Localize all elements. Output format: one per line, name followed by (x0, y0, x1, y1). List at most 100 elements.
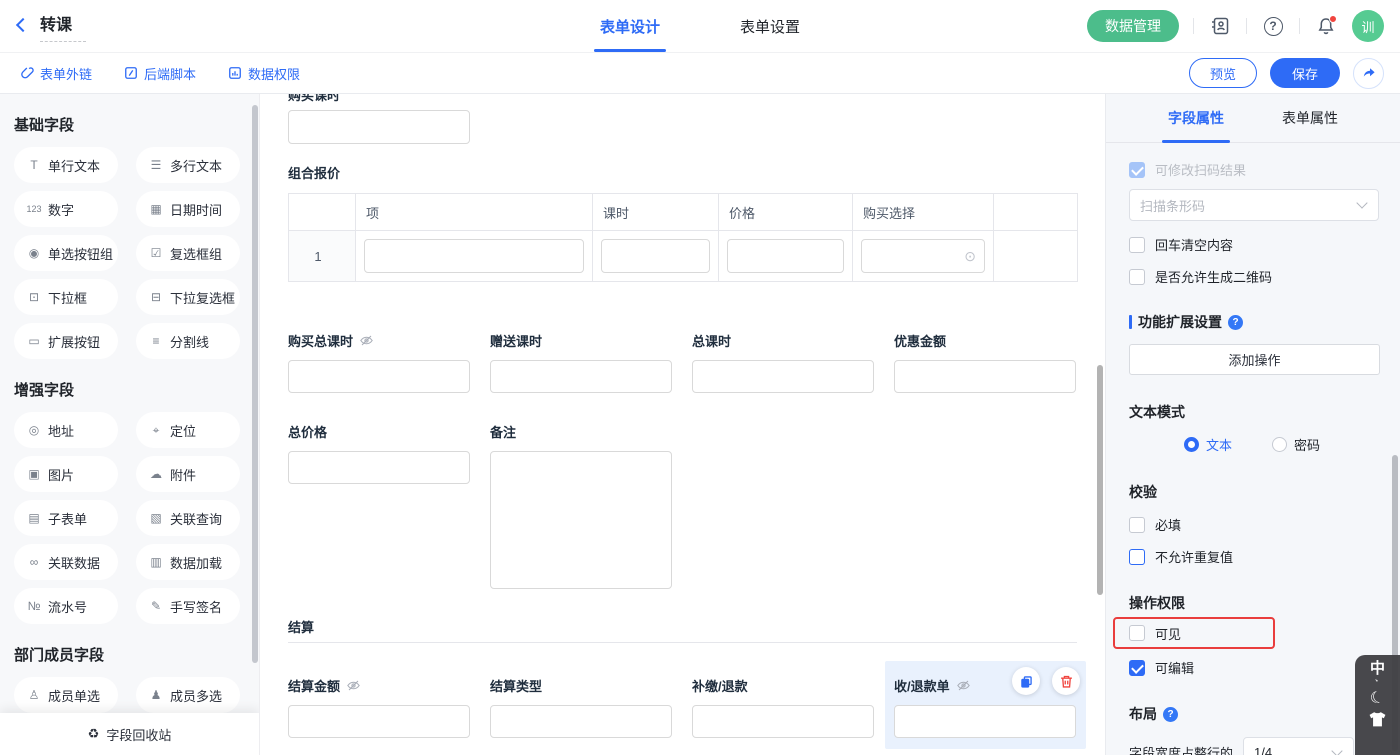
people-icon: ♟ (147, 688, 165, 702)
note-textarea[interactable] (490, 451, 672, 589)
field-input[interactable] (692, 705, 874, 738)
subform-hours-input[interactable] (601, 239, 710, 273)
sidebar-item-member-single[interactable]: ♙成员单选 (14, 677, 118, 713)
field-input[interactable] (894, 360, 1076, 393)
trash-icon (1059, 674, 1074, 689)
field-note[interactable]: 备注 (490, 422, 672, 589)
eye-off-icon (956, 679, 971, 692)
select-icon: ⊡ (25, 290, 43, 304)
sidebar-item-number[interactable]: 123数字 (14, 191, 118, 227)
sidebar-item-single-text[interactable]: T单行文本 (14, 147, 118, 183)
field-discount-amount[interactable]: 优惠金额 (894, 331, 1076, 393)
chevron-down-icon (1331, 745, 1342, 755)
field-settlement-amount[interactable]: 结算金额 (288, 676, 470, 738)
scan-type-select[interactable]: 扫描条形码 (1129, 189, 1379, 221)
sidebar-item-datetime[interactable]: ▦日期时间 (136, 191, 240, 227)
sidebar-item-subform[interactable]: ▤子表单 (14, 500, 118, 536)
subform-price-input[interactable] (727, 239, 844, 273)
field-total-hours[interactable]: 总课时 (692, 331, 874, 393)
contacts-icon[interactable] (1208, 14, 1232, 38)
cloud-upload-icon: ☁ (147, 467, 165, 481)
translate-toggle[interactable]: 中 , (1370, 661, 1385, 685)
avatar[interactable]: 训 (1352, 10, 1384, 42)
field-total-purchased-hours[interactable]: 购买总课时 (288, 331, 470, 393)
divider (1193, 18, 1194, 34)
field-input[interactable] (692, 360, 874, 393)
notification-bell-icon[interactable] (1314, 14, 1338, 38)
checkbox-required[interactable]: 必填 (1129, 515, 1379, 534)
field-total-price[interactable]: 总价格 (288, 422, 470, 589)
field-input[interactable] (288, 360, 470, 393)
field-input[interactable] (894, 705, 1076, 738)
tool-link-label: 后端脚本 (144, 64, 196, 83)
field-input[interactable] (288, 110, 470, 144)
sidebar-item-radio-group[interactable]: ◉单选按钮组 (14, 235, 118, 271)
checkbox-no-repeat[interactable]: 不允许重复值 (1129, 547, 1379, 566)
sidebar-item-geolocate[interactable]: ⌖定位 (136, 412, 240, 448)
checkbox-allow-qrcode[interactable]: 是否允许生成二维码 (1129, 267, 1379, 286)
sidebar-item-signature[interactable]: ✎手写签名 (136, 588, 240, 624)
field-receipt-refund-selected[interactable]: 收/退款单 (894, 676, 1076, 738)
form-external-link[interactable]: 表单外链 (20, 64, 92, 83)
sidebar-item-multi-select[interactable]: ⊟下拉复选框 (136, 279, 240, 315)
back-icon[interactable] (16, 18, 30, 32)
field-input[interactable] (490, 360, 672, 393)
checkbox-modify-scan-result[interactable]: 可修改扫码结果 (1129, 160, 1379, 179)
help-badge-icon[interactable]: ? (1163, 707, 1178, 722)
subform-item-input[interactable] (364, 239, 584, 273)
field-width-select[interactable]: 1/4 (1243, 737, 1354, 755)
sidebar-item-serial-number[interactable]: №流水号 (14, 588, 118, 624)
sidebar-item-checkbox-group[interactable]: ☑复选框组 (136, 235, 240, 271)
tab-form-settings[interactable]: 表单设置 (734, 0, 806, 52)
field-pay-refund[interactable]: 补缴/退款 (692, 676, 874, 738)
sidebar-item-relation-data[interactable]: ∞关联数据 (14, 544, 118, 580)
sidebar-item-member-multi[interactable]: ♟成员多选 (136, 677, 240, 713)
help-icon[interactable]: ? (1261, 14, 1285, 38)
divider-icon: ≡ (147, 334, 165, 348)
tab-form-properties[interactable]: 表单属性 (1282, 94, 1338, 142)
theme-shirt-icon[interactable] (1368, 711, 1387, 728)
field-input[interactable] (490, 705, 672, 738)
help-badge-icon[interactable]: ? (1228, 315, 1243, 330)
form-title[interactable]: 转课 (40, 11, 86, 42)
field-input[interactable] (288, 451, 470, 484)
tab-form-design[interactable]: 表单设计 (594, 0, 666, 52)
sidebar-item-multi-text[interactable]: ☰多行文本 (136, 147, 240, 183)
checkbox-editable[interactable]: 可编辑 (1129, 658, 1379, 677)
sidebar-item-attachment[interactable]: ☁附件 (136, 456, 240, 492)
sidebar-item-data-load[interactable]: ▥数据加载 (136, 544, 240, 580)
multi-select-icon: ⊟ (147, 290, 165, 304)
backend-script-link[interactable]: 后端脚本 (124, 64, 196, 83)
share-button[interactable] (1353, 58, 1384, 89)
sidebar-item-image[interactable]: ▣图片 (14, 456, 118, 492)
sidebar-item-extend-button[interactable]: ▭扩展按钮 (14, 323, 118, 359)
sidebar-item-address[interactable]: ◎地址 (14, 412, 118, 448)
radio-password-mode[interactable]: 密码 (1272, 435, 1320, 454)
link-icon: ∞ (25, 555, 43, 569)
add-action-button[interactable]: 添加操作 (1129, 344, 1380, 375)
sidebar-scrollbar[interactable] (252, 105, 258, 663)
subform-choice-input[interactable]: ⊙ (861, 239, 985, 273)
radio-text-mode[interactable]: 文本 (1184, 435, 1232, 454)
field-input[interactable] (288, 705, 470, 738)
data-manage-button[interactable]: 数据管理 (1087, 10, 1179, 42)
delete-field-button[interactable] (1052, 667, 1080, 695)
preview-button[interactable]: 预览 (1189, 58, 1257, 88)
field-recycle-bin[interactable]: ♻ 字段回收站 (0, 713, 259, 755)
chevron-down-icon (1356, 197, 1367, 208)
save-button[interactable]: 保存 (1270, 58, 1340, 88)
copy-field-button[interactable] (1012, 667, 1040, 695)
sidebar-item-divider[interactable]: ≡分割线 (136, 323, 240, 359)
form-canvas[interactable]: 购买课时 组合报价 项 课时 价格 购买选择 1 ⊙ (260, 94, 1105, 755)
tool-link-label: 表单外链 (40, 64, 92, 83)
field-gift-hours[interactable]: 赠送课时 (490, 331, 672, 393)
canvas-scrollbar[interactable] (1097, 365, 1103, 595)
field-settlement-type[interactable]: 结算类型 (490, 676, 672, 738)
tab-field-properties[interactable]: 字段属性 (1168, 94, 1224, 142)
checkbox-enter-clear[interactable]: 回车清空内容 (1129, 235, 1379, 254)
checkbox-visible[interactable]: 可见 (1129, 624, 1181, 643)
dark-mode-moon-icon[interactable]: ☾ (1368, 686, 1387, 709)
data-permission-link[interactable]: 数据权限 (228, 64, 300, 83)
sidebar-item-select[interactable]: ⊡下拉框 (14, 279, 118, 315)
sidebar-item-relation-query[interactable]: ▧关联查询 (136, 500, 240, 536)
